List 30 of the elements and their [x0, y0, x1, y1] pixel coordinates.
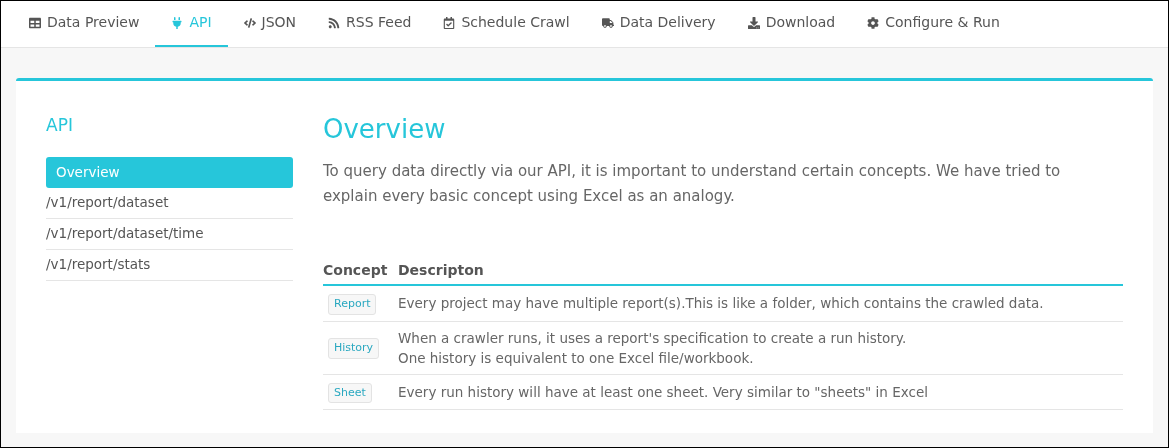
sidebar-item[interactable]: /v1/report/stats: [46, 249, 293, 281]
tab[interactable]: Schedule Crawl: [427, 1, 586, 47]
description-text: When a crawler runs, it uses a report's specification to create a run history.: [398, 328, 908, 348]
download-icon: [747, 16, 760, 29]
table-icon: [29, 16, 41, 29]
tab[interactable]: Data Delivery: [585, 1, 732, 47]
tab[interactable]: Configure & Run: [851, 1, 1016, 47]
rss-icon: [328, 16, 341, 29]
column-header: Concept: [323, 257, 398, 285]
concept-tag: Sheet: [328, 382, 372, 403]
code-icon: [243, 16, 256, 29]
calendar-check-icon: [443, 16, 456, 29]
tab[interactable]: JSON: [227, 1, 313, 47]
sidebar-item[interactable]: /v1/report/dataset/time: [46, 218, 293, 250]
description-text: Every project may have multiple report(s).This is like a folder, which contains the crawled data.: [398, 294, 1045, 314]
intro-paragraph: To query data directly via our API, it is important to understand certain concepts. We have tried to explain every basic concept using Excel as an analogy.: [323, 161, 1062, 207]
column-header: Descripton: [398, 257, 1123, 285]
tab[interactable]: RSS Feed: [312, 1, 428, 47]
sidebar-title: API: [46, 114, 74, 137]
description-text: Every run history will have at least one sheet. Very similar to "sheets" in Excel: [398, 382, 929, 402]
concept-tag: Report: [328, 294, 377, 315]
settings-icon: [867, 16, 880, 29]
concept-tag: History: [328, 338, 380, 359]
page-title: Overview: [323, 113, 447, 145]
truck-icon: [601, 16, 614, 29]
description-text: One history is equivalent to one Excel file/workbook.: [398, 348, 755, 368]
tab[interactable]: Download: [731, 1, 852, 47]
plug-icon: [171, 16, 184, 29]
sidebar-item[interactable]: /v1/report/dataset: [46, 187, 293, 219]
tab[interactable]: Data Preview: [13, 1, 156, 47]
